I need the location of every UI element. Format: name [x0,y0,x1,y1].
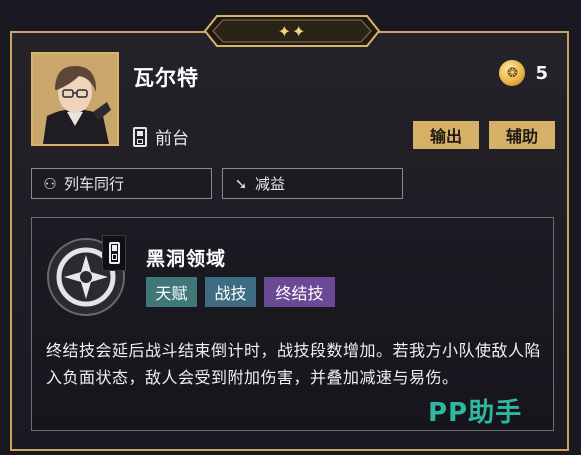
skill-path-tag [102,235,126,271]
character-portrait[interactable] [31,52,119,146]
attribute-label: 列车同行 [64,175,125,193]
cost-indicator: ❂ 5 [499,60,548,86]
skill-description: 终结技会延后战斗结束倒计时，战技段数增加。若我方小队使敌人陷入负面状态，敌人会受… [46,341,542,387]
tag-talent[interactable]: 天赋 [146,277,197,307]
cost-value: 5 [535,62,548,84]
watermark-logo: PP助手 [428,398,523,428]
attribute-debuff[interactable]: ➘ 减益 [222,168,403,199]
rarity-badge: ✦✦ [203,14,381,48]
star-icons: ✦✦ [277,21,307,41]
attribute-train-companion[interactable]: ⚇ 列车同行 [31,168,212,199]
path-icon [108,242,120,264]
debuff-icon: ➘ [234,174,248,193]
attribute-label: 减益 [255,175,286,193]
path-icon [133,126,147,147]
path-label: 前台 [155,129,189,149]
skill-name: 黑洞领域 [146,248,227,270]
role-dps-button[interactable]: 输出 [413,121,479,149]
role-support-button[interactable]: 辅助 [489,121,555,149]
path-row: 前台 [133,124,189,149]
train-icon: ⚇ [43,174,57,193]
portrait-icon [33,54,117,144]
coin-icon: ❂ [499,60,526,86]
tag-ultimate[interactable]: 终结技 [264,277,335,307]
tag-skill[interactable]: 战技 [205,277,256,307]
character-name: 瓦尔特 [133,66,199,90]
